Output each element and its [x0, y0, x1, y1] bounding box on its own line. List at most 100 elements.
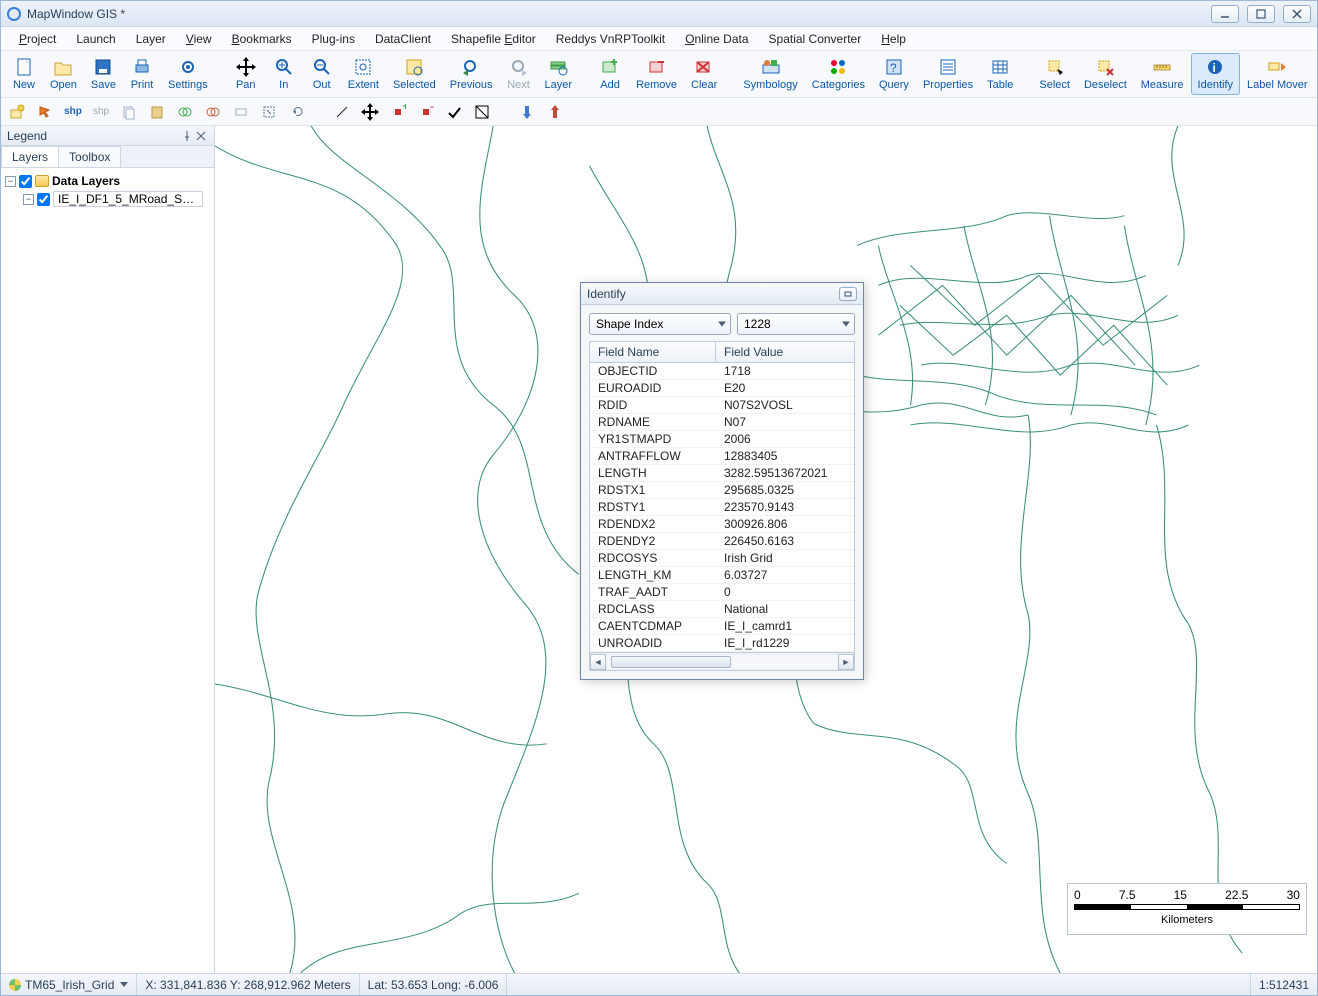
- rotate-icon[interactable]: [285, 100, 309, 124]
- shp-select-icon[interactable]: [33, 100, 57, 124]
- identify-hscroll[interactable]: ◄ ►: [590, 652, 854, 670]
- tool-remove[interactable]: Remove: [629, 53, 684, 95]
- tool-open[interactable]: Open: [43, 53, 84, 95]
- paste-icon[interactable]: [145, 100, 169, 124]
- identify-row[interactable]: RDNAMEN07: [590, 414, 854, 431]
- identify-col-value[interactable]: Field Value: [716, 342, 854, 362]
- tool-identify[interactable]: iIdentify: [1191, 53, 1240, 95]
- copy-icon[interactable]: [117, 100, 141, 124]
- identify-row[interactable]: EUROADIDE20: [590, 380, 854, 397]
- move-up-icon[interactable]: [543, 100, 567, 124]
- menu-reddys-vnrptoolkit[interactable]: Reddys VnRPToolkit: [546, 29, 675, 49]
- layer-label[interactable]: IE_I_DF1_5_MRoad_Sourc: [53, 191, 203, 207]
- identify-close-button[interactable]: [839, 287, 857, 301]
- tool-symbology[interactable]: Symbology: [736, 53, 804, 95]
- merge-red-icon[interactable]: [201, 100, 225, 124]
- menu-online-data[interactable]: Online Data: [675, 29, 758, 49]
- tool-select[interactable]: Select: [1032, 53, 1077, 95]
- identify-row[interactable]: YR1STMAPD2006: [590, 431, 854, 448]
- menu-layer[interactable]: Layer: [126, 29, 176, 49]
- tree-toggle[interactable]: −: [23, 194, 34, 205]
- identify-row[interactable]: RDSTY1223570.9143: [590, 499, 854, 516]
- tool-previous[interactable]: Previous: [443, 53, 500, 95]
- move-down-icon[interactable]: [515, 100, 539, 124]
- identify-row[interactable]: RDIDN07S2VOSL: [590, 397, 854, 414]
- menu-help[interactable]: Help: [871, 29, 916, 49]
- shp-create-icon[interactable]: [5, 100, 29, 124]
- identify-field-combo[interactable]: Shape Index: [589, 313, 731, 335]
- tool-measure[interactable]: Measure: [1134, 53, 1191, 95]
- identify-col-field[interactable]: Field Name: [590, 342, 716, 362]
- scroll-left-button[interactable]: ◄: [590, 654, 606, 670]
- tree-toggle[interactable]: −: [5, 176, 16, 187]
- identify-row[interactable]: RDENDY2226450.6163: [590, 533, 854, 550]
- tool-categories[interactable]: Categories: [805, 53, 872, 95]
- field-value: 223570.9143: [716, 499, 854, 515]
- identify-row[interactable]: ANTRAFFLOW12883405: [590, 448, 854, 465]
- identify-row[interactable]: LENGTH3282.59513672021: [590, 465, 854, 482]
- projection-cell[interactable]: TM65_Irish_Grid: [1, 974, 137, 995]
- menu-plug-ins[interactable]: Plug-ins: [302, 29, 365, 49]
- tool-extent[interactable]: Extent: [341, 53, 386, 95]
- identify-row[interactable]: LENGTH_KM6.03727: [590, 567, 854, 584]
- tab-layers[interactable]: Layers: [1, 146, 59, 167]
- move-shape-icon[interactable]: [358, 100, 382, 124]
- edit-line-icon[interactable]: [330, 100, 354, 124]
- tool-clear[interactable]: Clear: [684, 53, 724, 95]
- menu-spatial-converter[interactable]: Spatial Converter: [759, 29, 872, 49]
- identify-index-combo[interactable]: 1228: [737, 313, 855, 335]
- tool-out[interactable]: Out: [303, 53, 341, 95]
- scroll-right-button[interactable]: ►: [838, 654, 854, 670]
- map-canvas[interactable]: Identify Shape Index 1228: [215, 126, 1317, 973]
- tool-query[interactable]: ?Query: [872, 53, 916, 95]
- pin-icon[interactable]: [180, 129, 194, 143]
- erase-icon[interactable]: [229, 100, 253, 124]
- identify-row[interactable]: UNROADIDIE_I_rd1229: [590, 635, 854, 652]
- tool-selected[interactable]: Selected: [386, 53, 443, 95]
- tool-table[interactable]: Table: [980, 53, 1020, 95]
- identify-row[interactable]: CAENTCDMAPIE_I_camrd1: [590, 618, 854, 635]
- tool-next[interactable]: Next: [500, 53, 538, 95]
- group-checkbox[interactable]: [19, 175, 32, 188]
- tool-save[interactable]: Save: [84, 53, 123, 95]
- tool-settings[interactable]: Settings: [161, 53, 215, 95]
- tool-in[interactable]: In: [265, 53, 303, 95]
- identify-row[interactable]: RDCOSYSIrish Grid: [590, 550, 854, 567]
- close-button[interactable]: [1283, 5, 1311, 23]
- menu-project[interactable]: Project: [9, 29, 66, 49]
- scroll-thumb[interactable]: [611, 656, 731, 668]
- tab-toolbox[interactable]: Toolbox: [58, 146, 121, 167]
- tool-layer[interactable]: Layer: [538, 53, 580, 95]
- shp-label-icon[interactable]: shp: [61, 100, 85, 124]
- identify-row[interactable]: RDCLASSNational: [590, 601, 854, 618]
- identify-row[interactable]: RDENDX2300926.806: [590, 516, 854, 533]
- tool-properties[interactable]: Properties: [916, 53, 980, 95]
- identify-row[interactable]: RDSTX1295685.0325: [590, 482, 854, 499]
- maximize-button[interactable]: [1247, 5, 1275, 23]
- snap-icon[interactable]: [470, 100, 494, 124]
- menu-shapefile-editor[interactable]: Shapefile Editor: [441, 29, 546, 49]
- menu-view[interactable]: View: [176, 29, 222, 49]
- menu-bookmarks[interactable]: Bookmarks: [222, 29, 302, 49]
- merge-green-icon[interactable]: [173, 100, 197, 124]
- add-vertex-icon[interactable]: +: [386, 100, 410, 124]
- menu-launch[interactable]: Launch: [66, 29, 125, 49]
- resize-icon[interactable]: [257, 100, 281, 124]
- tool-label-mover[interactable]: Label Mover: [1240, 53, 1315, 95]
- tool-pan[interactable]: Pan: [227, 53, 265, 95]
- tool-print[interactable]: Print: [123, 53, 161, 95]
- tool-add[interactable]: Add: [591, 53, 629, 95]
- check-icon[interactable]: [442, 100, 466, 124]
- layer-checkbox[interactable]: [37, 193, 50, 206]
- tool-deselect[interactable]: Deselect: [1077, 53, 1134, 95]
- identify-window[interactable]: Identify Shape Index 1228: [580, 282, 864, 680]
- tool-new[interactable]: New: [5, 53, 43, 95]
- shp-label2-icon[interactable]: shp: [89, 100, 113, 124]
- identify-row[interactable]: TRAF_AADT0: [590, 584, 854, 601]
- menu-dataclient[interactable]: DataClient: [365, 29, 441, 49]
- remove-vertex-icon[interactable]: -: [414, 100, 438, 124]
- identify-row[interactable]: OBJECTID1718: [590, 363, 854, 380]
- minimize-button[interactable]: [1211, 5, 1239, 23]
- close-panel-icon[interactable]: [194, 129, 208, 143]
- scale-ratio-cell[interactable]: 1:512431: [1250, 974, 1317, 995]
